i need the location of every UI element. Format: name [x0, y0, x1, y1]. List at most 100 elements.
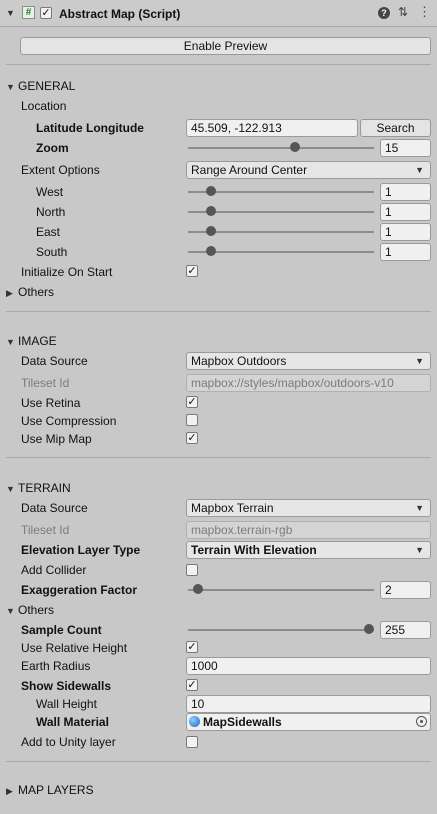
enable-preview-button[interactable]: Enable Preview: [20, 37, 431, 55]
check-icon: ✓: [187, 679, 197, 691]
dropdown-arrow-icon: ▼: [415, 545, 424, 555]
terrain-data-source-dropdown[interactable]: Mapbox Terrain ▼: [186, 499, 431, 517]
extent-west-slider-track[interactable]: [188, 191, 374, 193]
general-others-foldout-arrow-icon[interactable]: ▶: [6, 288, 13, 299]
extent-south-slider-track[interactable]: [188, 251, 374, 253]
terrain-section-title[interactable]: TERRAIN: [18, 480, 71, 496]
collapse-arrow-icon[interactable]: ▼: [6, 8, 15, 18]
sample-count-slider-knob[interactable]: [364, 624, 374, 634]
wall-material-field[interactable]: MapSidewalls: [186, 713, 431, 731]
map-layers-section-title[interactable]: MAP LAYERS: [18, 782, 94, 798]
extent-north-slider-track[interactable]: [188, 211, 374, 213]
add-to-unity-layer-checkbox[interactable]: [186, 736, 198, 748]
image-data-source-label: Data Source: [21, 354, 88, 368]
zoom-label: Zoom: [36, 141, 69, 155]
general-section-title[interactable]: GENERAL: [18, 78, 75, 94]
extent-east-slider-track[interactable]: [188, 231, 374, 233]
material-sphere-icon: [189, 716, 200, 727]
latlon-label: Latitude Longitude: [36, 121, 144, 135]
use-retina-checkbox[interactable]: ✓: [186, 396, 198, 408]
image-foldout-arrow-icon[interactable]: ▼: [6, 337, 15, 347]
sample-count-slider-track[interactable]: [188, 629, 374, 631]
extent-north-label: North: [36, 205, 66, 219]
check-icon: ✓: [187, 396, 197, 408]
extent-south-input[interactable]: 1: [380, 243, 431, 261]
zoom-slider-knob[interactable]: [290, 142, 301, 152]
extent-north-slider-knob[interactable]: [205, 206, 216, 216]
initialize-on-start-checkbox[interactable]: ✓: [186, 265, 198, 277]
extent-east-slider-knob[interactable]: [205, 226, 216, 236]
use-retina-label: Use Retina: [21, 396, 81, 410]
general-foldout-arrow-icon[interactable]: ▼: [6, 82, 15, 92]
wall-height-input[interactable]: 10: [186, 695, 431, 713]
divider: [6, 457, 431, 458]
search-button[interactable]: Search: [360, 119, 431, 137]
kebab-menu-icon[interactable]: ⋮: [418, 4, 431, 20]
dropdown-arrow-icon: ▼: [415, 165, 424, 175]
divider: [6, 311, 431, 312]
terrain-others-label[interactable]: Others: [18, 602, 54, 618]
initialize-on-start-label: Initialize On Start: [21, 265, 113, 279]
extent-options-dropdown[interactable]: Range Around Center ▼: [186, 161, 431, 179]
extent-south-label: South: [36, 245, 68, 259]
terrain-foldout-arrow-icon[interactable]: ▼: [6, 484, 15, 494]
extent-east-input[interactable]: 1: [380, 223, 431, 241]
hash-script-icon: #: [22, 6, 35, 19]
terrain-data-source-value: Mapbox Terrain: [191, 501, 274, 515]
extent-west-label: West: [36, 185, 64, 199]
image-tileset-id-label: Tileset Id: [21, 376, 70, 390]
map-layers-foldout-arrow-icon[interactable]: ▶: [6, 786, 13, 797]
check-icon: ✓: [187, 432, 197, 444]
check-icon: ✓: [187, 265, 197, 277]
earth-radius-input[interactable]: 1000: [186, 657, 431, 675]
dropdown-arrow-icon: ▼: [415, 356, 424, 366]
show-sidewalls-checkbox[interactable]: ✓: [186, 679, 198, 691]
zoom-input[interactable]: 15: [380, 139, 431, 157]
extent-options-value: Range Around Center: [191, 163, 308, 177]
use-mip-map-label: Use Mip Map: [21, 432, 92, 446]
extent-west-slider-knob[interactable]: [205, 186, 216, 196]
elevation-layer-type-value: Terrain With Elevation: [191, 543, 317, 557]
extent-north-input[interactable]: 1: [380, 203, 431, 221]
component-enabled-checkbox[interactable]: ✓: [40, 7, 52, 19]
extent-south-slider-knob[interactable]: [205, 246, 216, 256]
check-icon: ✓: [41, 7, 51, 19]
elevation-layer-type-dropdown[interactable]: Terrain With Elevation ▼: [186, 541, 431, 559]
sample-count-input[interactable]: 255: [380, 621, 431, 639]
sample-count-label: Sample Count: [21, 623, 102, 637]
extent-west-input[interactable]: 1: [380, 183, 431, 201]
extent-east-label: East: [36, 225, 61, 239]
exaggeration-slider-knob[interactable]: [193, 584, 204, 594]
image-data-source-dropdown[interactable]: Mapbox Outdoors ▼: [186, 352, 431, 370]
component-title: Abstract Map (Script): [59, 7, 181, 21]
wall-height-label: Wall Height: [36, 697, 97, 711]
elevation-layer-type-label: Elevation Layer Type: [21, 543, 141, 557]
image-tileset-id-input: mapbox://styles/mapbox/outdoors-v10: [186, 374, 431, 392]
use-compression-label: Use Compression: [21, 414, 117, 428]
wall-material-value: MapSidewalls: [203, 715, 282, 729]
earth-radius-label: Earth Radius: [21, 659, 91, 673]
help-icon[interactable]: ?: [378, 7, 390, 19]
latlon-input[interactable]: 45.509, -122.913: [186, 119, 358, 137]
terrain-tileset-id-input: mapbox.terrain-rgb: [186, 521, 431, 539]
show-sidewalls-label: Show Sidewalls: [21, 679, 112, 693]
object-picker-icon[interactable]: [416, 716, 427, 727]
image-data-source-value: Mapbox Outdoors: [191, 354, 287, 368]
terrain-others-foldout-arrow-icon[interactable]: ▼: [6, 606, 15, 616]
extent-options-label: Extent Options: [21, 163, 100, 177]
general-others-label[interactable]: Others: [18, 284, 54, 300]
zoom-slider-track[interactable]: [188, 147, 374, 149]
add-to-unity-layer-label: Add to Unity layer: [21, 735, 116, 749]
add-collider-checkbox[interactable]: [186, 564, 198, 576]
check-icon: ✓: [187, 641, 197, 653]
use-compression-checkbox[interactable]: [186, 414, 198, 426]
use-relative-height-checkbox[interactable]: ✓: [186, 641, 198, 653]
exaggeration-slider-track[interactable]: [188, 589, 374, 591]
wall-material-label: Wall Material: [36, 715, 109, 729]
sliders-icon[interactable]: ⇅: [398, 5, 408, 19]
image-section-title[interactable]: IMAGE: [18, 333, 57, 349]
use-mip-map-checkbox[interactable]: ✓: [186, 432, 198, 444]
use-relative-height-label: Use Relative Height: [21, 641, 128, 655]
exaggeration-factor-input[interactable]: 2: [380, 581, 431, 599]
dropdown-arrow-icon: ▼: [415, 503, 424, 513]
